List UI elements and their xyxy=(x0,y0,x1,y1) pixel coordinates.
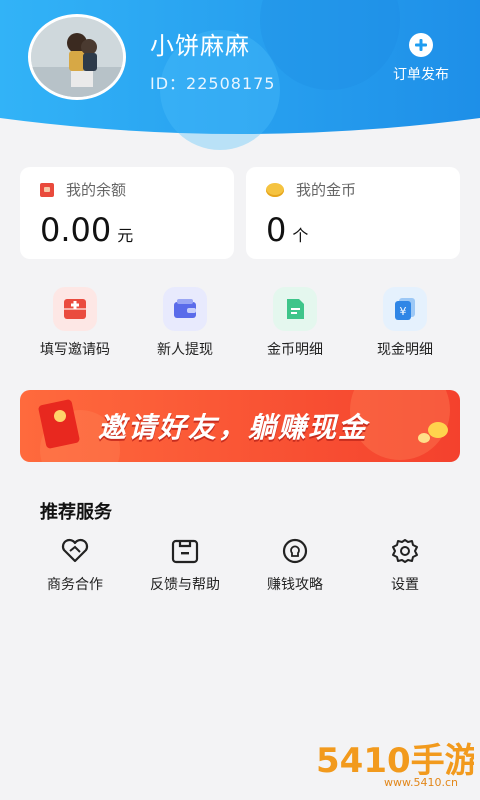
coin-detail-icon xyxy=(273,287,317,331)
watermark-text: 5410手游网 xyxy=(316,741,474,781)
profile-header: 小饼麻麻 ID：22508175 订单发布 xyxy=(0,0,480,150)
avatar-photo xyxy=(31,17,123,97)
service-business[interactable]: 商务合作 xyxy=(20,538,130,594)
invite-banner[interactable]: 邀请好友，躺赚现金 xyxy=(20,390,460,462)
service-feedback[interactable]: 反馈与帮助 xyxy=(130,538,240,594)
cash-detail-icon: ¥ xyxy=(383,287,427,331)
feedback-icon xyxy=(171,539,199,564)
order-publish-label: 订单发布 xyxy=(393,67,449,83)
service-label: 设置 xyxy=(391,577,419,593)
coins-title: 我的金币 xyxy=(296,181,357,199)
service-label: 反馈与帮助 xyxy=(150,577,220,593)
order-publish-button[interactable]: 订单发布 xyxy=(386,32,456,84)
coins-card[interactable]: 我的金币 0个 xyxy=(246,167,460,259)
banner-text: 邀请好友，躺赚现金 xyxy=(98,411,369,444)
service-label: 商务合作 xyxy=(47,577,103,593)
quick-action-invite-code[interactable]: 填写邀请码 xyxy=(20,287,130,367)
svg-text:¥: ¥ xyxy=(400,305,407,318)
username: 小饼麻麻 xyxy=(150,32,250,60)
section-title: 推荐服务 xyxy=(40,502,112,523)
coin-icon xyxy=(266,182,284,197)
quick-action-label: 现金明细 xyxy=(377,342,433,358)
quick-action-label: 金币明细 xyxy=(267,342,323,358)
services-grid: 商务合作 反馈与帮助 赚钱攻略 设置 xyxy=(20,538,460,594)
handshake-icon xyxy=(61,538,89,563)
balance-title: 我的余额 xyxy=(66,181,127,199)
balance-card[interactable]: 我的余额 0.00 元 xyxy=(20,167,234,259)
service-earning-guide[interactable]: 赚钱攻略 xyxy=(240,538,350,594)
user-id: ID：22508175 xyxy=(150,74,276,93)
coins-amount: 0 xyxy=(266,211,287,249)
service-settings[interactable]: 设置 xyxy=(350,538,460,594)
quick-action-label: 新人提现 xyxy=(157,342,213,358)
quick-action-coin-detail[interactable]: 金币明细 xyxy=(240,287,350,367)
watermark-sub: www.5410.cn xyxy=(384,776,458,789)
lightbulb-icon xyxy=(282,538,308,564)
gear-icon xyxy=(392,539,418,563)
balance-unit: 元 xyxy=(117,226,134,245)
quick-action-withdraw[interactable]: 新人提现 xyxy=(130,287,240,367)
coins-unit: 个 xyxy=(292,226,309,245)
invite-code-icon xyxy=(53,287,97,331)
site-watermark: 5410手游网 www.5410.cn xyxy=(316,741,474,789)
avatar[interactable] xyxy=(28,14,126,100)
service-label: 赚钱攻略 xyxy=(267,577,323,593)
quick-actions: 填写邀请码 新人提现 金币明细 ¥ 现金明细 xyxy=(20,287,460,367)
quick-action-label: 填写邀请码 xyxy=(40,342,110,358)
wallet-icon xyxy=(163,287,207,331)
plus-circle-icon xyxy=(409,33,433,57)
red-envelope-icon xyxy=(40,182,54,197)
balance-amount: 0.00 xyxy=(40,211,112,249)
quick-action-cash-detail[interactable]: ¥ 现金明细 xyxy=(350,287,460,367)
